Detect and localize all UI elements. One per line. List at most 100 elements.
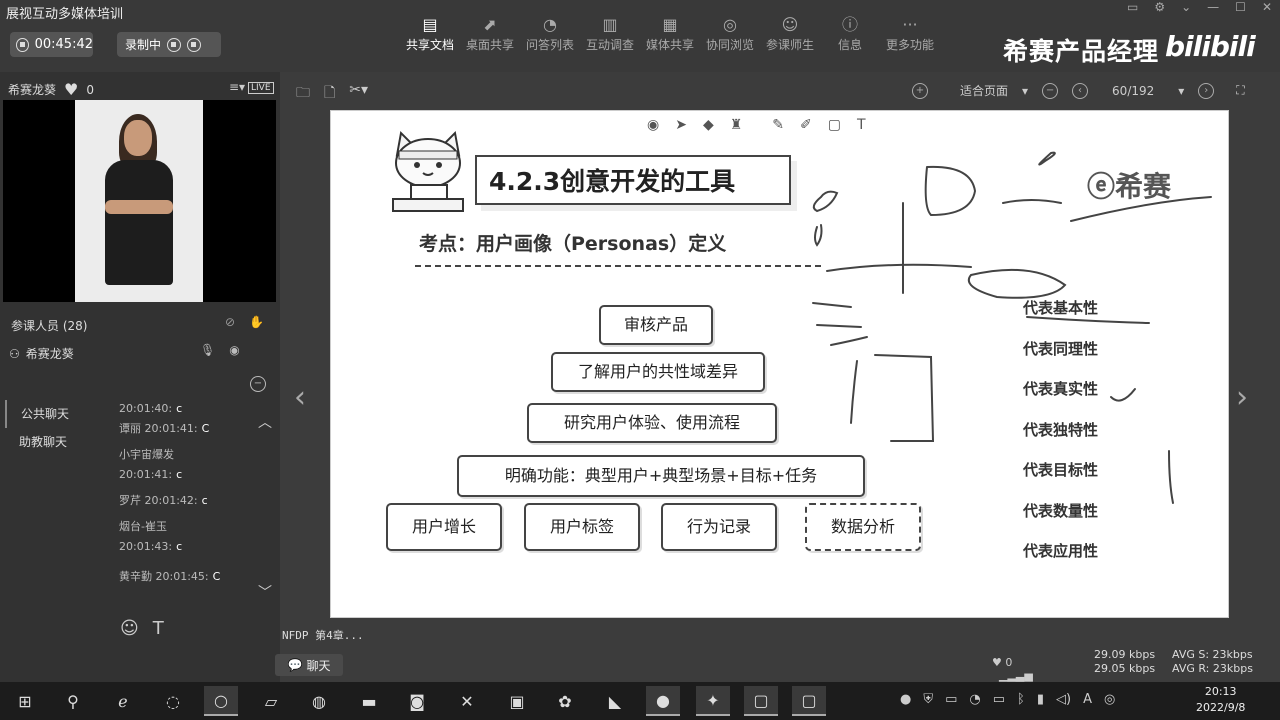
mic-icon[interactable]: 🎙: [200, 343, 215, 357]
session-timer[interactable]: 00:45:42: [10, 32, 93, 57]
c-app-icon[interactable]: ▢: [744, 686, 778, 716]
timer-text: 00:45:42: [34, 37, 93, 52]
hand-icon[interactable]: ✋: [249, 315, 264, 329]
participant-controls: 🎙 ◉: [200, 343, 240, 357]
fullscreen-icon[interactable]: ⛶: [1236, 83, 1244, 98]
prev-slide-icon[interactable]: ‹: [294, 380, 306, 415]
network-icon[interactable]: ◔: [969, 692, 980, 707]
tool-desktop-share[interactable]: ⬈ 桌面共享: [460, 14, 520, 53]
tray-window-icon[interactable]: ▭: [945, 692, 957, 707]
browse-icon: ◎: [723, 15, 737, 34]
tool-browse[interactable]: ◎ 协同浏览: [700, 14, 760, 53]
t-app-icon[interactable]: ▣: [500, 686, 534, 716]
settings-icon[interactable]: ⚙: [1154, 0, 1165, 14]
scissors-icon[interactable]: ✂▾: [349, 82, 368, 106]
video-app-icon[interactable]: ✦: [696, 686, 730, 716]
host-name: 希赛龙葵: [8, 83, 57, 97]
host-row: 希赛龙葵 ♥ 0: [8, 80, 94, 99]
chat-bubble-icon: 💬: [287, 658, 303, 672]
chat-message: 黄辛勤 20:01:45: C: [119, 570, 221, 583]
heart-icon[interactable]: ♥: [64, 80, 78, 99]
bilibili-logo: bilibili: [1165, 30, 1256, 63]
camera-icon[interactable]: ◉: [229, 343, 239, 357]
mute-all-icon[interactable]: ⊘: [225, 315, 235, 329]
prev-page-icon[interactable]: ‹: [1072, 82, 1089, 99]
collapse-list-icon[interactable]: −: [250, 376, 266, 392]
search-icon[interactable]: ⚲: [56, 686, 90, 716]
tool-users[interactable]: ☺ 参课师生: [760, 14, 820, 53]
zoom-select[interactable]: 适合页面: [960, 82, 1008, 99]
tool-info[interactable]: ⓘ 信息: [820, 14, 880, 53]
tool-survey[interactable]: ▥ 互动调查: [580, 14, 640, 53]
ball-app-icon[interactable]: ●: [646, 686, 680, 716]
ie-browser-icon[interactable]: ℯ: [106, 686, 140, 716]
more-icon: ···: [902, 15, 918, 34]
bluetooth-icon[interactable]: ᛒ: [1017, 692, 1025, 707]
file-icon[interactable]: 🗋: [324, 82, 335, 106]
upload-rate: 29.09 kbps: [1094, 648, 1156, 661]
qq-icon[interactable]: ◍: [302, 686, 336, 716]
close-icon[interactable]: ✕: [1262, 0, 1272, 14]
c-app-icon-2[interactable]: ▢: [792, 686, 826, 716]
tool-qa[interactable]: ◔ 问答列表: [520, 14, 580, 53]
windows-start-icon[interactable]: ⊞: [8, 686, 42, 716]
ime-switch-icon[interactable]: ◎: [1104, 692, 1115, 707]
users-icon: ☺: [781, 15, 799, 34]
flower-app-icon[interactable]: ✿: [548, 686, 582, 716]
app-circle-icon[interactable]: ○: [204, 686, 238, 716]
doc-toolbar: 🗀 🗋 ✂▾: [296, 82, 368, 106]
minimize-icon[interactable]: —: [1207, 0, 1219, 14]
zoom-in-icon[interactable]: +: [912, 82, 928, 99]
tool-more[interactable]: ··· 更多功能: [880, 14, 940, 53]
recording-control[interactable]: 录制中: [117, 32, 221, 57]
folder-app-icon[interactable]: ▬: [352, 686, 386, 716]
volume-icon[interactable]: ◁): [1056, 692, 1071, 707]
battery-icon[interactable]: ▮: [1037, 692, 1044, 707]
doc-share-icon: ▤: [422, 15, 438, 34]
tool-app-icon[interactable]: ✕: [450, 686, 484, 716]
handwriting-annotations: [812, 151, 1212, 504]
ime-icon[interactable]: A: [1083, 692, 1092, 707]
chat-app-icon[interactable]: ◌: [156, 686, 190, 716]
avg-send: AVG S: 23kbps: [1172, 648, 1253, 661]
page-indicator[interactable]: 60/192: [1112, 84, 1154, 98]
pause-record-icon[interactable]: [167, 37, 182, 52]
tab-public-chat[interactable]: 公共聊天: [5, 400, 115, 428]
maximize-icon[interactable]: ☐: [1235, 0, 1246, 14]
chat-button[interactable]: 💬 聊天: [275, 654, 343, 676]
page-dropdown-icon[interactable]: ▾: [1178, 84, 1184, 98]
slide-canvas[interactable]: ◉ ➤ ◆ ♜ ✎ ✐ ▢ T 4.2.3创意开发的工具 考点：用户画像（Per…: [330, 110, 1229, 618]
next-slide-icon[interactable]: ›: [1236, 380, 1248, 415]
chat-message: 20:01:43: c: [119, 540, 183, 553]
nvidia-icon[interactable]: ◣: [598, 686, 632, 716]
heart-icon[interactable]: ♥: [992, 656, 1002, 669]
shield-icon[interactable]: ⛨: [923, 692, 933, 707]
folder-icon[interactable]: 🗀: [296, 82, 310, 106]
clock[interactable]: 20:13 2022/9/8: [1196, 684, 1245, 716]
next-page-icon[interactable]: ›: [1198, 82, 1215, 99]
recording-label: 录制中: [125, 38, 162, 52]
text-format-icon[interactable]: T: [153, 618, 164, 639]
scroll-up-icon[interactable]: ︿: [258, 412, 272, 432]
host-likes: 0: [86, 82, 94, 97]
tool-share-doc[interactable]: ▤ 共享文档: [400, 14, 460, 53]
window-controls: ▭ ⚙ ⌄ — ☐ ✕: [1127, 0, 1272, 14]
screen-icon[interactable]: ▭: [1127, 0, 1138, 14]
tool-media[interactable]: ▦ 媒体共享: [640, 14, 700, 53]
collapse-icon[interactable]: ⌄: [1181, 0, 1191, 14]
notebook-icon[interactable]: ▱: [254, 686, 288, 716]
participant-row[interactable]: ⚇ 希赛龙葵: [9, 345, 74, 362]
zoom-out-icon[interactable]: −: [1042, 82, 1059, 99]
pause-icon: [16, 37, 29, 52]
tab-assistant-chat[interactable]: 助教聊天: [5, 428, 115, 456]
taskbar: ⊞ ⚲ ℯ ◌ ○ ▱ ◍ ▬ ◙ ✕ ▣ ✿ ◣ ● ✦ ▢ ▢ ● ⛨ ▭ …: [0, 682, 1280, 720]
monitor-icon[interactable]: ▭: [993, 692, 1005, 707]
stop-record-icon[interactable]: [187, 37, 202, 52]
chevron-down-icon[interactable]: ▾: [1022, 84, 1028, 98]
d-app-icon[interactable]: ◙: [400, 686, 434, 716]
tray-app-icon[interactable]: ●: [900, 692, 911, 707]
participants-label: 参课人员 (28): [11, 319, 88, 333]
emoji-icon[interactable]: ☺: [120, 618, 139, 639]
scroll-down-icon[interactable]: ﹀: [258, 582, 272, 602]
list-menu-icon[interactable]: ≡▾: [229, 80, 245, 94]
